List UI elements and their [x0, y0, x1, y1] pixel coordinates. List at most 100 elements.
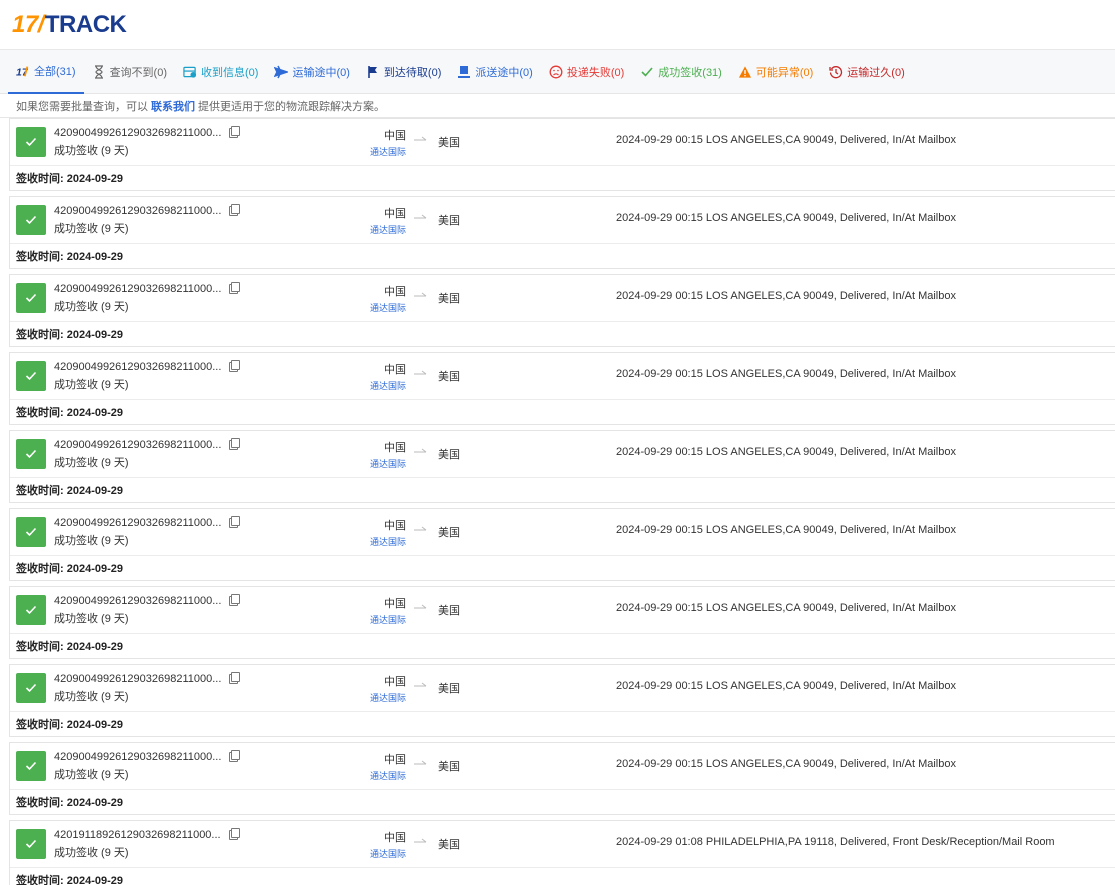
copy-icon[interactable] — [229, 671, 241, 684]
tab-inbox[interactable]: 收到信息(0) — [175, 50, 266, 94]
tracking-number[interactable]: 42090049926129032698211000... — [54, 361, 221, 373]
destination-country: 美国 — [438, 839, 460, 851]
flag-icon — [366, 65, 380, 79]
route-arrow-icon — [414, 682, 427, 687]
shipment-summary: 42090049926129032698211000... 成功签收 (9 天)… — [10, 665, 1115, 711]
tab-label: 运输过久(0) — [847, 66, 905, 79]
tab-sad-face[interactable]: 投递失败(0) — [541, 50, 632, 94]
warning-icon — [738, 65, 752, 79]
copy-icon[interactable] — [229, 437, 241, 450]
delivery-status: 成功签收 (9 天) — [54, 222, 129, 235]
carrier-link[interactable]: 通达国际 — [362, 847, 406, 860]
destination-country: 美国 — [438, 683, 460, 695]
logo[interactable]: 17/TRACK — [12, 11, 127, 39]
delivery-status: 成功签收 (9 天) — [54, 144, 129, 157]
tracking-number[interactable]: 42090049926129032698211000... — [54, 127, 221, 139]
header: 17/TRACK — [0, 0, 1115, 50]
tracking-number[interactable]: 42090049926129032698211000... — [54, 283, 221, 295]
shipment-card[interactable]: 42019118926129032698211000... 成功签收 (9 天)… — [9, 820, 1115, 885]
latest-event: 2024-09-29 00:15 LOS ANGELES,CA 90049, D… — [616, 368, 956, 380]
destination-country: 美国 — [438, 527, 460, 539]
shipment-card[interactable]: 42090049926129032698211000... 成功签收 (9 天)… — [9, 196, 1115, 269]
copy-icon[interactable] — [229, 515, 241, 528]
delivered-status-icon — [16, 205, 46, 235]
copy-icon[interactable] — [229, 125, 241, 138]
latest-event: 2024-09-29 01:08 PHILADELPHIA,PA 19118, … — [616, 836, 1055, 848]
signed-time: 签收时间: 2024-09-29 — [10, 165, 1115, 190]
tracking-number[interactable]: 42019118926129032698211000... — [54, 829, 221, 841]
17track-icon: 17 — [16, 64, 30, 78]
latest-event: 2024-09-29 00:15 LOS ANGELES,CA 90049, D… — [616, 680, 956, 692]
delivery-status: 成功签收 (9 天) — [54, 456, 129, 469]
shipment-card[interactable]: 42090049926129032698211000... 成功签收 (9 天)… — [9, 664, 1115, 737]
destination-country: 美国 — [438, 215, 460, 227]
copy-icon[interactable] — [229, 749, 241, 762]
tab-hourglass[interactable]: 查询不到(0) — [84, 50, 175, 94]
tab-17track[interactable]: 17 全部(31) — [8, 50, 84, 94]
route-arrow-icon — [414, 292, 427, 297]
tab-flag[interactable]: 到达待取(0) — [358, 50, 449, 94]
carrier-link[interactable]: 通达国际 — [362, 457, 406, 470]
shipment-card[interactable]: 42090049926129032698211000... 成功签收 (9 天)… — [9, 508, 1115, 581]
carrier-link[interactable]: 通达国际 — [362, 301, 406, 314]
carrier-link[interactable]: 通达国际 — [362, 145, 406, 158]
tab-courier[interactable]: 派送途中(0) — [449, 50, 540, 94]
tab-warning[interactable]: 可能异常(0) — [730, 50, 821, 94]
latest-event: 2024-09-29 00:15 LOS ANGELES,CA 90049, D… — [616, 602, 956, 614]
copy-icon[interactable] — [229, 593, 241, 606]
signed-time: 签收时间: 2024-09-29 — [10, 321, 1115, 346]
carrier-link[interactable]: 通达国际 — [362, 769, 406, 782]
tracking-number[interactable]: 42090049926129032698211000... — [54, 673, 221, 685]
route-arrow-icon — [414, 136, 427, 141]
shipment-card[interactable]: 42090049926129032698211000... 成功签收 (9 天)… — [9, 274, 1115, 347]
delivered-status-icon — [16, 829, 46, 859]
latest-event: 2024-09-29 00:15 LOS ANGELES,CA 90049, D… — [616, 524, 956, 536]
delivery-status: 成功签收 (9 天) — [54, 300, 129, 313]
tab-check[interactable]: 成功签收(31) — [632, 50, 730, 94]
carrier-link[interactable]: 通达国际 — [362, 379, 406, 392]
signed-time: 签收时间: 2024-09-29 — [10, 399, 1115, 424]
destination-country: 美国 — [438, 137, 460, 149]
signed-time: 签收时间: 2024-09-29 — [10, 243, 1115, 268]
copy-icon[interactable] — [228, 827, 240, 840]
tab-label: 成功签收(31) — [658, 66, 722, 79]
delivered-status-icon — [16, 673, 46, 703]
shipment-card[interactable]: 42090049926129032698211000... 成功签收 (9 天)… — [9, 430, 1115, 503]
route-arrow-icon — [414, 604, 427, 609]
delivery-status: 成功签收 (9 天) — [54, 768, 129, 781]
origin-country: 中国 — [384, 130, 406, 142]
copy-icon[interactable] — [229, 359, 241, 372]
carrier-link[interactable]: 通达国际 — [362, 223, 406, 236]
tracking-number[interactable]: 42090049926129032698211000... — [54, 595, 221, 607]
tab-label: 投递失败(0) — [566, 66, 625, 79]
shipment-card[interactable]: 42090049926129032698211000... 成功签收 (9 天)… — [9, 742, 1115, 815]
tab-airplane[interactable]: 运输途中(0) — [266, 50, 357, 94]
delivery-status: 成功签收 (9 天) — [54, 378, 129, 391]
origin-country: 中国 — [384, 364, 406, 376]
shipment-summary: 42090049926129032698211000... 成功签收 (9 天)… — [10, 119, 1115, 165]
carrier-link[interactable]: 通达国际 — [362, 535, 406, 548]
route-arrow-icon — [414, 760, 427, 765]
hourglass-icon — [92, 64, 106, 79]
tab-label: 收到信息(0) — [201, 66, 259, 79]
origin-country: 中国 — [384, 286, 406, 298]
signed-time: 签收时间: 2024-09-29 — [10, 789, 1115, 814]
history-clock-icon — [829, 65, 843, 79]
shipment-summary: 42019118926129032698211000... 成功签收 (9 天)… — [10, 821, 1115, 867]
carrier-link[interactable]: 通达国际 — [362, 613, 406, 626]
tracking-number[interactable]: 42090049926129032698211000... — [54, 517, 221, 529]
copy-icon[interactable] — [229, 281, 241, 294]
origin-country: 中国 — [384, 676, 406, 688]
tracking-number[interactable]: 42090049926129032698211000... — [54, 439, 221, 451]
tracking-number[interactable]: 42090049926129032698211000... — [54, 751, 221, 763]
shipment-summary: 42090049926129032698211000... 成功签收 (9 天)… — [10, 353, 1115, 399]
shipment-card[interactable]: 42090049926129032698211000... 成功签收 (9 天)… — [9, 352, 1115, 425]
tab-history-clock[interactable]: 运输过久(0) — [821, 50, 912, 94]
shipment-summary: 42090049926129032698211000... 成功签收 (9 天)… — [10, 431, 1115, 477]
carrier-link[interactable]: 通达国际 — [362, 691, 406, 704]
contact-us-link[interactable]: 联系我们 — [151, 98, 195, 114]
shipment-card[interactable]: 42090049926129032698211000... 成功签收 (9 天)… — [9, 118, 1115, 191]
shipment-card[interactable]: 42090049926129032698211000... 成功签收 (9 天)… — [9, 586, 1115, 659]
copy-icon[interactable] — [229, 203, 241, 216]
tracking-number[interactable]: 42090049926129032698211000... — [54, 205, 221, 217]
